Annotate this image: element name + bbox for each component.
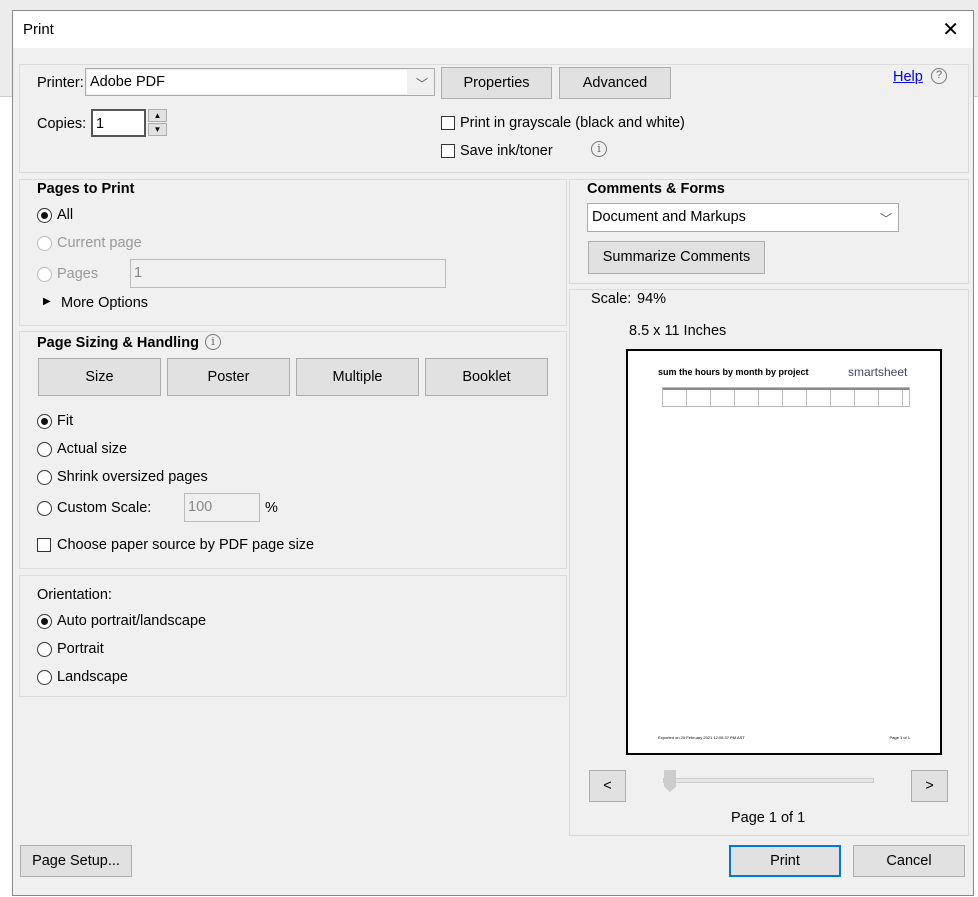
orientation-heading: Orientation: xyxy=(37,587,112,603)
save-ink-checkbox[interactable] xyxy=(441,144,455,158)
copies-label: Copies: xyxy=(37,116,87,132)
all-label: All xyxy=(57,207,74,223)
close-icon[interactable]: ✕ xyxy=(942,17,959,42)
page-preview: sum the hours by month by project smarts… xyxy=(626,349,942,755)
actual-size-label: Actual size xyxy=(57,441,128,457)
custom-scale-label: Custom Scale: xyxy=(57,500,152,516)
radio-shrink[interactable] xyxy=(37,470,52,485)
page-slider-track[interactable] xyxy=(663,778,874,783)
chevron-down-icon: ﹀ xyxy=(415,77,428,91)
info-icon[interactable]: i xyxy=(591,141,607,157)
paper-size: 8.5 x 11 Inches xyxy=(629,323,727,339)
advanced-button[interactable]: Advanced xyxy=(559,67,671,99)
grayscale-label: Print in grayscale (black and white) xyxy=(460,115,685,131)
paper-source-label: Choose paper source by PDF page size xyxy=(57,537,315,553)
chevron-down-icon: ﹀ xyxy=(879,212,892,226)
radio-fit[interactable] xyxy=(37,414,52,429)
pages-heading: Pages to Print xyxy=(37,181,135,197)
help-link[interactable]: Help xyxy=(893,69,923,85)
next-page-button[interactable]: > xyxy=(911,770,948,802)
tab-poster[interactable]: Poster xyxy=(167,358,290,396)
help-icon[interactable]: ? xyxy=(931,68,947,84)
printer-label: Printer: xyxy=(37,75,84,91)
scale-label: Scale: xyxy=(591,291,632,307)
radio-pages[interactable] xyxy=(37,267,52,282)
pages-label: Pages xyxy=(57,266,99,282)
prev-page-button[interactable]: < xyxy=(589,770,626,802)
comments-select[interactable]: Document and Markups ﹀ xyxy=(587,203,899,232)
expand-triangle-icon[interactable]: ▶ xyxy=(43,296,51,307)
radio-portrait[interactable] xyxy=(37,642,52,657)
radio-all[interactable] xyxy=(37,208,52,223)
copies-down-button[interactable]: ▼ xyxy=(148,123,167,136)
landscape-label: Landscape xyxy=(57,669,128,685)
dialog-title: Print xyxy=(23,21,54,38)
custom-scale-input[interactable]: 100 xyxy=(184,493,260,522)
percent-label: % xyxy=(265,500,278,516)
auto-orientation-label: Auto portrait/landscape xyxy=(57,613,207,629)
summarize-comments-button[interactable]: Summarize Comments xyxy=(588,241,765,274)
scale-value: 94% xyxy=(637,291,667,307)
preview-doc-title: sum the hours by month by project xyxy=(658,367,809,377)
sizing-heading: Page Sizing & Handling xyxy=(37,335,199,351)
tab-booklet[interactable]: Booklet xyxy=(425,358,548,396)
print-dialog: Print ✕ Printer: Adobe PDF ﹀ Properties … xyxy=(12,10,974,896)
paper-source-checkbox[interactable] xyxy=(37,538,51,552)
comments-value: Document and Markups xyxy=(592,209,746,225)
preview-footer-left: Exported on 20 February 2021 12:05:37 PM… xyxy=(658,735,745,740)
page-status: Page 1 of 1 xyxy=(731,810,806,826)
smartsheet-logo: smartsheet xyxy=(848,365,908,379)
printer-value: Adobe PDF xyxy=(90,74,165,90)
tab-multiple[interactable]: Multiple xyxy=(296,358,419,396)
tab-size[interactable]: Size xyxy=(38,358,161,396)
copies-input[interactable]: 1 xyxy=(91,109,146,137)
save-ink-label: Save ink/toner xyxy=(460,143,553,159)
radio-auto-orientation[interactable] xyxy=(37,614,52,629)
page-setup-button[interactable]: Page Setup... xyxy=(20,845,132,877)
fit-label: Fit xyxy=(57,413,74,429)
radio-current-page[interactable] xyxy=(37,236,52,251)
pages-range-input[interactable]: 1 xyxy=(130,259,446,288)
current-page-label: Current page xyxy=(57,235,142,251)
radio-landscape[interactable] xyxy=(37,670,52,685)
portrait-label: Portrait xyxy=(57,641,104,657)
preview-table xyxy=(662,387,910,407)
printer-select[interactable]: Adobe PDF ﹀ xyxy=(85,68,435,96)
print-button[interactable]: Print xyxy=(729,845,841,877)
title-bar: Print ✕ xyxy=(13,11,973,48)
info-icon[interactable]: i xyxy=(205,334,221,350)
shrink-label: Shrink oversized pages xyxy=(57,469,208,485)
comments-heading: Comments & Forms xyxy=(587,181,725,197)
properties-button[interactable]: Properties xyxy=(441,67,552,99)
radio-custom-scale[interactable] xyxy=(37,501,52,516)
copies-up-button[interactable]: ▲ xyxy=(148,109,167,122)
radio-actual-size[interactable] xyxy=(37,442,52,457)
preview-footer-right: Page 1 of 1 xyxy=(889,735,910,740)
cancel-button[interactable]: Cancel xyxy=(853,845,965,877)
grayscale-checkbox[interactable] xyxy=(441,116,455,130)
more-options-toggle[interactable]: More Options xyxy=(61,295,148,311)
